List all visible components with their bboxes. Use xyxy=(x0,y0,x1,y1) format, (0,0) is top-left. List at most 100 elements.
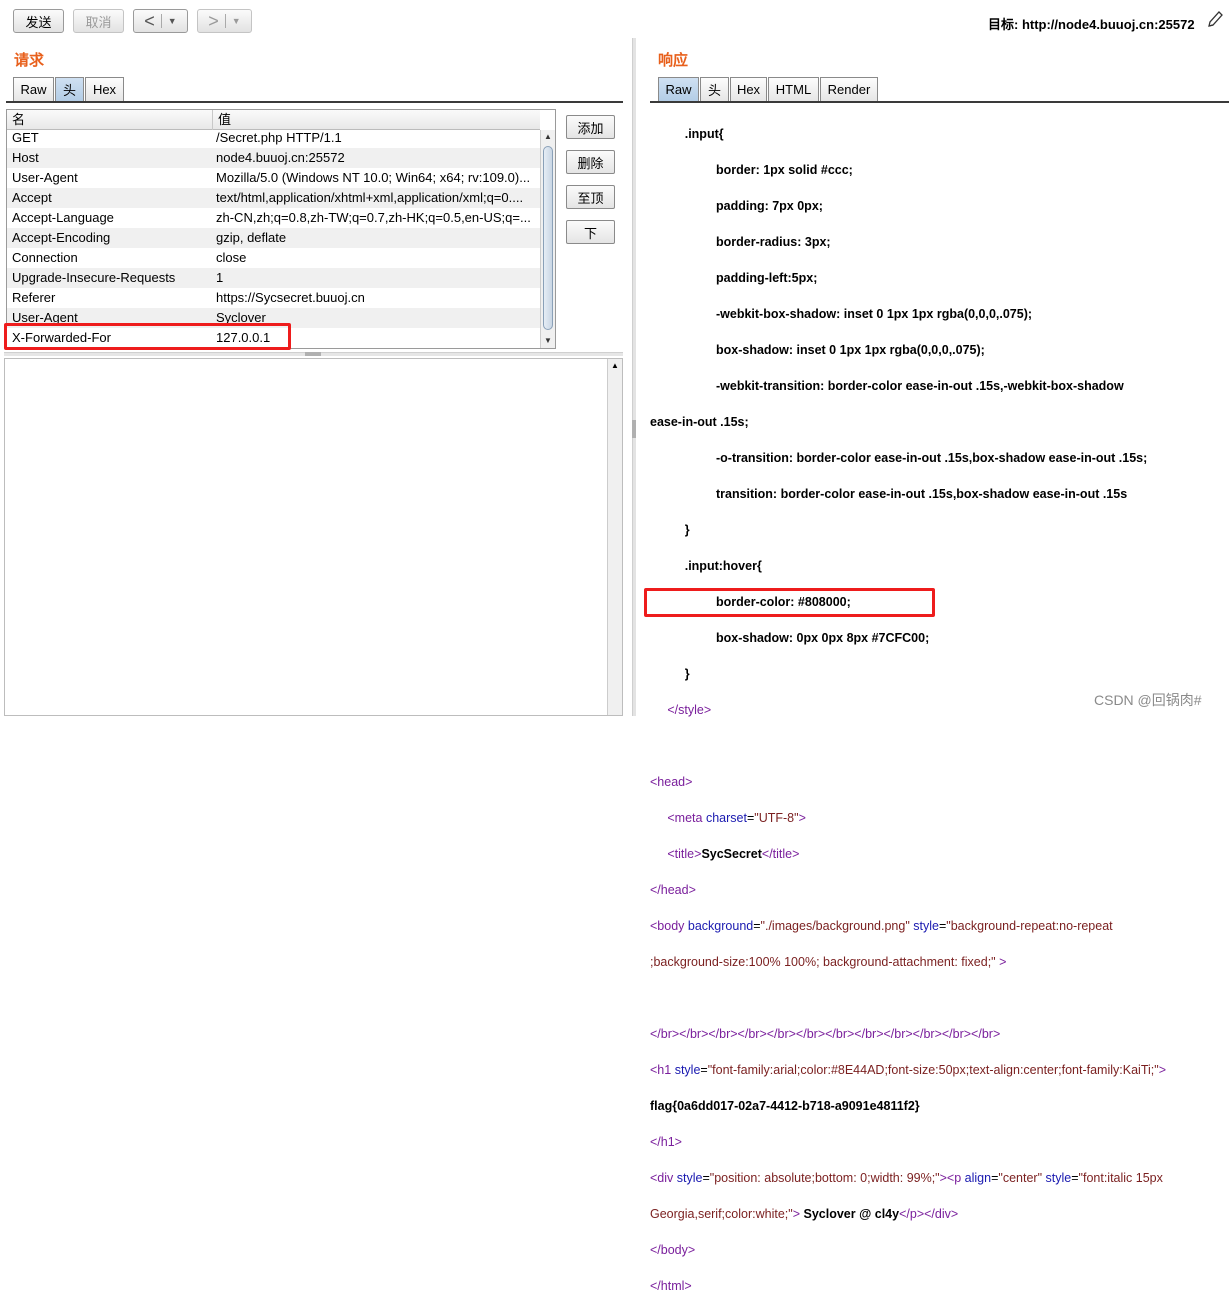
send-button[interactable]: 发送 xyxy=(13,9,64,33)
code-line: </br></br></br></br></br></br></br></br>… xyxy=(650,1027,1001,1041)
forward-arrow-icon: > xyxy=(208,11,219,31)
header-name: Connection xyxy=(12,250,78,265)
table-row[interactable]: Connection close xyxy=(7,248,540,268)
response-tab-underline xyxy=(650,101,1229,103)
highlight-box-xff xyxy=(4,323,291,350)
table-row[interactable]: Accept-Language zh-CN,zh;q=0.8,zh-TW;q=0… xyxy=(7,208,540,228)
scroll-up-icon[interactable]: ▲ xyxy=(608,359,622,373)
code-line: padding-left:5px; xyxy=(650,271,818,285)
request-tab-headers[interactable]: 头 xyxy=(55,77,84,101)
response-title: 响应 xyxy=(658,52,689,69)
add-header-button[interactable]: 添加 xyxy=(566,115,615,139)
header-value: zh-CN,zh;q=0.8,zh-TW;q=0.7,zh-HK;q=0.5,e… xyxy=(216,210,531,225)
request-tab-raw[interactable]: Raw xyxy=(13,77,54,101)
header-value: close xyxy=(216,250,247,265)
response-tab-raw[interactable]: Raw xyxy=(658,77,699,101)
separator xyxy=(160,14,162,28)
header-value: gzip, deflate xyxy=(216,230,287,245)
code-line: </head> xyxy=(650,883,696,897)
header-value: /Secret.php HTTP/1.1 xyxy=(216,130,342,145)
table-row[interactable]: GET /Secret.php HTTP/1.1 xyxy=(7,128,540,148)
request-tab-hex[interactable]: Hex xyxy=(85,77,124,101)
target-label: 目标: http://node4.buuoj.cn:25572 xyxy=(988,17,1195,32)
flag-line: flag{0a6dd017-02a7-4412-b718-a9091e4811f… xyxy=(650,1099,920,1113)
code-line: Georgia,serif;color:white;"> Syclover @ … xyxy=(650,1207,959,1221)
header-name: Accept-Encoding xyxy=(12,230,111,245)
code-line: </body> xyxy=(650,1243,696,1257)
history-back-button[interactable]: < ▼ xyxy=(133,9,188,33)
header-value: node4.buuoj.cn:25572 xyxy=(216,150,345,165)
request-headers-table: 名 值 GET /Secret.php HTTP/1.1 Host node4.… xyxy=(6,109,556,349)
header-value: 1 xyxy=(216,270,224,285)
chevron-down-icon: ▼ xyxy=(231,16,241,26)
cancel-button[interactable]: 取消 xyxy=(73,9,124,33)
code-line: box-shadow: inset 0 1px 1px rgba(0,0,0,.… xyxy=(650,343,985,357)
scroll-thumb[interactable] xyxy=(543,146,553,330)
watermark: CSDN @回锅肉# xyxy=(1094,692,1202,708)
response-tab-headers[interactable]: 头 xyxy=(700,77,729,101)
code-line: -webkit-box-shadow: inset 0 1px 1px rgba… xyxy=(650,307,1033,321)
code-line: <h1 style="font-family:arial;color:#8E44… xyxy=(650,1063,1166,1077)
scroll-down-icon[interactable]: ▼ xyxy=(541,334,555,348)
header-name: GET xyxy=(12,130,39,145)
header-name: Accept-Language xyxy=(12,210,114,225)
code-line: <body background="./images/background.pn… xyxy=(650,919,1113,933)
code-line: .input:hover{ xyxy=(650,559,762,573)
panel-splitter[interactable] xyxy=(632,38,636,716)
code-line: <meta charset="UTF-8"> xyxy=(667,811,806,825)
code-line: transition: border-color ease-in-out .15… xyxy=(650,487,1128,501)
splitter-grip[interactable] xyxy=(305,352,321,356)
header-value: https://Sycsecret.buuoj.cn xyxy=(216,290,365,305)
edit-target-pencil-icon[interactable] xyxy=(1206,9,1224,29)
highlight-box-flag xyxy=(644,588,935,617)
table-row[interactable]: Upgrade-Insecure-Requests 1 xyxy=(7,268,540,288)
code-line: </h1> xyxy=(650,1135,682,1149)
move-down-button[interactable]: 下 xyxy=(566,220,615,244)
table-row[interactable]: User-Agent Mozilla/5.0 (Windows NT 10.0;… xyxy=(7,168,540,188)
code-line: } xyxy=(650,523,690,537)
delete-header-button[interactable]: 删除 xyxy=(566,150,615,174)
code-line: border-radius: 3px; xyxy=(650,235,831,249)
body-scrollbar[interactable]: ▲ xyxy=(607,359,622,715)
table-row[interactable]: Accept-Encoding gzip, deflate xyxy=(7,228,540,248)
response-raw-content[interactable]: .input{ border: 1px solid #ccc; padding:… xyxy=(650,107,1220,1313)
header-rows: GET /Secret.php HTTP/1.1 Host node4.buuo… xyxy=(7,128,540,348)
header-name: Accept xyxy=(12,190,52,205)
code-line: <head> xyxy=(650,775,693,789)
code-line: ;background-size:100% 100%; background-a… xyxy=(650,955,1007,969)
splitter-grip[interactable] xyxy=(632,420,636,438)
response-tab-hex[interactable]: Hex xyxy=(730,77,767,101)
table-row[interactable]: Referer https://Sycsecret.buuoj.cn xyxy=(7,288,540,308)
column-header-value[interactable]: 值 xyxy=(212,110,540,130)
scroll-up-icon[interactable]: ▲ xyxy=(541,130,555,144)
chevron-down-icon: ▼ xyxy=(167,16,177,26)
code-line: -webkit-transition: border-color ease-in… xyxy=(650,379,1124,393)
separator xyxy=(224,14,226,28)
header-value: Mozilla/5.0 (Windows NT 10.0; Win64; x64… xyxy=(216,170,531,185)
code-line: <div style="position: absolute;bottom: 0… xyxy=(650,1171,1163,1185)
code-line: </html> xyxy=(650,1279,692,1293)
move-top-button[interactable]: 至顶 xyxy=(566,185,615,209)
table-header: 名 值 xyxy=(7,110,540,130)
header-name: Upgrade-Insecure-Requests xyxy=(12,270,176,285)
code-line: -o-transition: border-color ease-in-out … xyxy=(650,451,1148,465)
code-line: <title>SycSecret</title> xyxy=(667,847,800,861)
response-tab-html[interactable]: HTML xyxy=(768,77,819,101)
header-name: User-Agent xyxy=(12,170,78,185)
header-value: text/html,application/xhtml+xml,applicat… xyxy=(216,190,524,205)
request-title: 请求 xyxy=(14,52,45,69)
headers-scrollbar[interactable]: ▲ ▼ xyxy=(540,130,555,348)
header-name: Host xyxy=(12,150,39,165)
table-row[interactable]: Accept text/html,application/xhtml+xml,a… xyxy=(7,188,540,208)
response-tab-render[interactable]: Render xyxy=(820,77,878,101)
code-line: .input{ xyxy=(650,127,724,141)
back-arrow-icon: < xyxy=(144,11,155,31)
code-line: box-shadow: 0px 0px 8px #7CFC00; xyxy=(650,631,930,645)
table-row[interactable]: Host node4.buuoj.cn:25572 xyxy=(7,148,540,168)
history-forward-button[interactable]: > ▼ xyxy=(197,9,252,33)
column-header-name[interactable]: 名 xyxy=(7,110,212,130)
header-name: Referer xyxy=(12,290,56,305)
request-body-editor[interactable]: ▲ xyxy=(4,358,623,716)
